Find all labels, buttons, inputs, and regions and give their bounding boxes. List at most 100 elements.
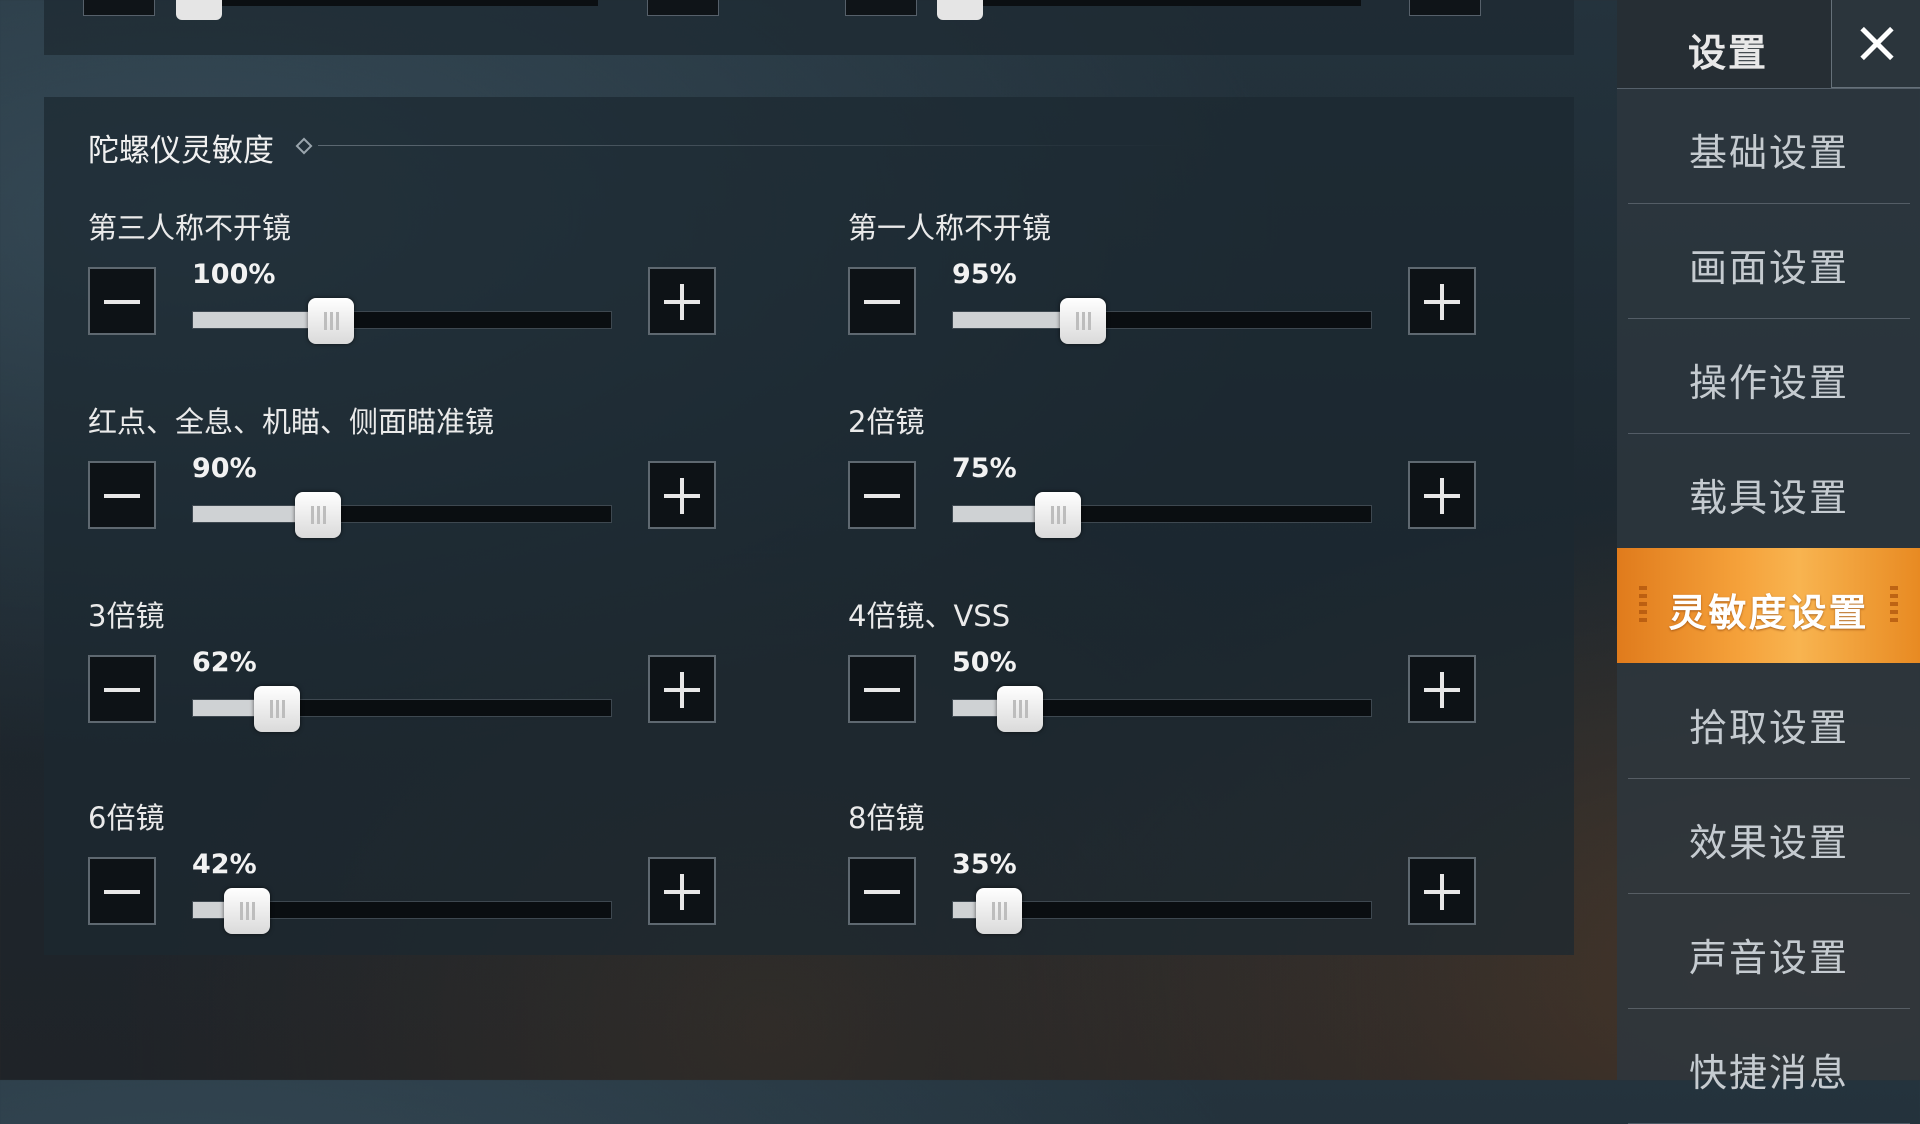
grip-line bbox=[1062, 506, 1066, 524]
slider-handle[interactable] bbox=[295, 492, 342, 538]
slider-value: 35% bbox=[952, 849, 1017, 880]
decrease-button[interactable] bbox=[88, 267, 156, 335]
slider-value: 62% bbox=[192, 647, 257, 678]
sidebar-item-label: 拾取设置 bbox=[1688, 706, 1849, 750]
sidebar-item-label: 载具设置 bbox=[1688, 476, 1849, 520]
grip-line bbox=[323, 506, 327, 524]
grip-line bbox=[1003, 902, 1007, 920]
grip-line bbox=[317, 506, 321, 524]
partial-slider-handle[interactable] bbox=[176, 0, 222, 20]
slider-track[interactable] bbox=[952, 298, 1372, 344]
slider-label: 红点、全息、机瞄、侧面瞄准镜 bbox=[88, 405, 495, 439]
slider-handle[interactable] bbox=[1034, 492, 1081, 538]
sidebar-item-label: 灵敏度设置 bbox=[1668, 591, 1869, 635]
grip-line bbox=[246, 902, 250, 920]
slider-value: 42% bbox=[192, 849, 257, 880]
partial-minus-button[interactable] bbox=[845, 0, 917, 16]
minus-icon bbox=[104, 688, 140, 692]
sidebar-item-8[interactable]: 声音设置 bbox=[1628, 893, 1910, 1009]
grip-line bbox=[240, 902, 244, 920]
decrease-button[interactable] bbox=[88, 655, 156, 723]
sidebar-item-3[interactable]: 操作设置 bbox=[1628, 318, 1910, 434]
grip-line bbox=[1056, 506, 1060, 524]
decrease-button[interactable] bbox=[88, 857, 156, 925]
partial-slider-handle[interactable] bbox=[937, 0, 983, 20]
decrease-button[interactable] bbox=[88, 461, 156, 529]
grip-line bbox=[329, 312, 333, 330]
plus-icon-vertical bbox=[680, 672, 684, 708]
slider-handle[interactable] bbox=[307, 298, 354, 344]
slider-value: 90% bbox=[192, 453, 257, 484]
grip-line bbox=[991, 902, 995, 920]
slider-handle[interactable] bbox=[224, 888, 271, 934]
grip-line bbox=[1087, 312, 1091, 330]
sidebar-item-label: 快捷消息 bbox=[1688, 1051, 1849, 1095]
grip-line bbox=[1075, 312, 1079, 330]
sensitivity-slider-group: 4倍镜、VSS 50% bbox=[848, 593, 1548, 753]
minus-icon bbox=[864, 890, 900, 894]
partial-slider-track[interactable] bbox=[178, 0, 598, 6]
partial-plus-button[interactable] bbox=[1409, 0, 1481, 16]
increase-button[interactable] bbox=[1408, 857, 1476, 925]
increase-button[interactable] bbox=[648, 857, 716, 925]
slider-value: 75% bbox=[952, 453, 1017, 484]
slider-track[interactable] bbox=[192, 298, 612, 344]
slider-track[interactable] bbox=[192, 492, 612, 538]
decrease-button[interactable] bbox=[848, 267, 916, 335]
sidebar-item-4[interactable]: 载具设置 bbox=[1628, 433, 1910, 549]
slider-track[interactable] bbox=[952, 888, 1372, 934]
sidebar-item-1[interactable]: 基础设置 bbox=[1628, 88, 1910, 204]
slider-label: 第一人称不开镜 bbox=[848, 211, 1052, 245]
grip-line bbox=[1081, 312, 1085, 330]
increase-button[interactable] bbox=[648, 461, 716, 529]
slider-track[interactable] bbox=[192, 888, 612, 934]
sensitivity-slider-group: 3倍镜 62% bbox=[88, 593, 788, 753]
minus-icon bbox=[864, 300, 900, 304]
slider-handle[interactable] bbox=[975, 888, 1022, 934]
plus-icon-vertical bbox=[1440, 478, 1444, 514]
grip-line bbox=[997, 902, 1001, 920]
slider-handle[interactable] bbox=[1059, 298, 1106, 344]
slider-value: 100% bbox=[192, 259, 276, 290]
slider-handle[interactable] bbox=[253, 686, 300, 732]
grip-line bbox=[323, 312, 327, 330]
grip-line bbox=[1024, 700, 1028, 718]
section-title: 陀螺仪灵敏度 bbox=[88, 133, 274, 169]
plus-icon-vertical bbox=[1440, 284, 1444, 320]
sidebar-item-2[interactable]: 画面设置 bbox=[1628, 203, 1910, 319]
slider-label: 2倍镜 bbox=[848, 405, 925, 439]
increase-button[interactable] bbox=[1408, 655, 1476, 723]
minus-icon bbox=[864, 494, 900, 498]
decrease-button[interactable] bbox=[848, 857, 916, 925]
partial-plus-button[interactable] bbox=[647, 0, 719, 16]
sidebar-item-9[interactable]: 快捷消息 bbox=[1628, 1008, 1910, 1124]
increase-button[interactable] bbox=[648, 267, 716, 335]
grip-line bbox=[1050, 506, 1054, 524]
partial-minus-button[interactable] bbox=[83, 0, 155, 16]
slider-track[interactable] bbox=[952, 492, 1372, 538]
sidebar-item-5[interactable]: 灵敏度设置 bbox=[1617, 548, 1920, 663]
decrease-button[interactable] bbox=[848, 655, 916, 723]
slider-handle[interactable] bbox=[996, 686, 1043, 732]
increase-button[interactable] bbox=[1408, 461, 1476, 529]
grip-line bbox=[275, 700, 279, 718]
slider-label: 第三人称不开镜 bbox=[88, 211, 292, 245]
slider-track[interactable] bbox=[952, 686, 1372, 732]
increase-button[interactable] bbox=[648, 655, 716, 723]
grip-line bbox=[1018, 700, 1022, 718]
grip-line bbox=[252, 902, 256, 920]
sensitivity-slider-group: 第一人称不开镜 95% bbox=[848, 205, 1548, 365]
sensitivity-slider-group: 2倍镜 75% bbox=[848, 399, 1548, 559]
partial-slider-track[interactable] bbox=[941, 0, 1361, 6]
plus-icon-vertical bbox=[1440, 874, 1444, 910]
slider-track[interactable] bbox=[192, 686, 612, 732]
sidebar-item-7[interactable]: 效果设置 bbox=[1628, 778, 1910, 894]
close-button[interactable] bbox=[1831, 0, 1920, 88]
decrease-button[interactable] bbox=[848, 461, 916, 529]
increase-button[interactable] bbox=[1408, 267, 1476, 335]
minus-icon bbox=[104, 890, 140, 894]
slider-label: 4倍镜、VSS bbox=[848, 599, 1011, 633]
grip-line bbox=[1012, 700, 1016, 718]
sidebar-item-6[interactable]: 拾取设置 bbox=[1628, 663, 1910, 779]
sensitivity-slider-group: 8倍镜 35% bbox=[848, 795, 1548, 955]
